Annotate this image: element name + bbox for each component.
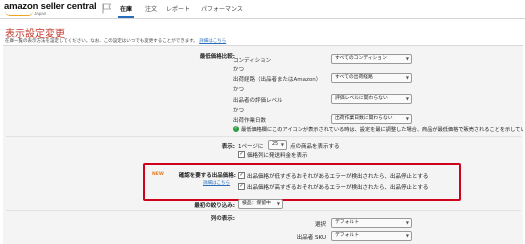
page-description: 在庫一覧の表示方法を設定してください。なお、この設定はいつでも変更することができ… <box>5 38 226 44</box>
default-search-label: 最初の絞り込み: <box>194 203 235 209</box>
section-divider <box>6 136 521 137</box>
column-select-label: 選択 <box>314 222 326 228</box>
logo-smile-mark <box>5 11 33 16</box>
top-navigation-bar: amazon seller central Japan 在庫 注文 レポート パ… <box>0 0 525 19</box>
column-sku-dropdown[interactable]: デフォルト <box>331 231 412 241</box>
show-shipping-checkbox[interactable]: ✓ <box>238 151 245 158</box>
column-sku-label: 出品者 SKU <box>296 235 326 241</box>
column-select-dropdown[interactable]: デフォルト <box>331 218 412 228</box>
channel-select[interactable]: すべての出荷経路 <box>331 73 412 83</box>
lead-time-label: 出荷作業日数 <box>233 118 267 124</box>
default-search-select[interactable]: 検品：保留中 <box>238 199 283 209</box>
logo-region-label: Japan <box>34 11 47 16</box>
show-shipping-label: 価格列に発送料金を表示 <box>247 153 308 159</box>
flag-icon[interactable] <box>102 3 112 14</box>
rating-label: 出品者の評価レベル <box>233 98 283 104</box>
condition-select[interactable]: すべてのコンディション <box>331 54 412 64</box>
checkmark-icon: ✓ <box>233 126 239 132</box>
and-connector-2: かつ <box>233 87 245 93</box>
lowest-price-note: 最低価格欄にこのアイコンが表示されている時は、設定を最に調整した場合、商品が最低… <box>241 127 523 133</box>
per-page-prefix: 1ページに <box>238 144 264 150</box>
description-detail-link[interactable]: 詳細はこちら <box>199 39 226 44</box>
rating-select[interactable]: 評価レベルに関わらない <box>331 94 412 104</box>
nav-performance[interactable]: パフォーマンス <box>201 4 243 13</box>
nav-active-indicator <box>118 16 134 18</box>
highlight-annotation-box <box>143 163 461 201</box>
and-connector-1: かつ <box>233 67 245 73</box>
nav-orders[interactable]: 注文 <box>145 4 157 13</box>
per-page-select[interactable]: 25 <box>268 140 287 150</box>
lowest-price-label: 最低価格比較: <box>199 54 235 60</box>
condition-label: コンディション <box>233 58 272 64</box>
display-label: 表示: <box>221 144 235 150</box>
section-divider-2 <box>6 210 521 211</box>
and-connector-3: かつ <box>233 108 245 114</box>
lead-time-select[interactable]: 出荷作業日数に関わらない <box>331 114 412 124</box>
per-page-suffix: 点の商品を表示する <box>290 144 340 150</box>
channel-label: 出荷経路（出品者またはAmazon） <box>233 77 322 83</box>
columns-label: 列の表示: <box>210 216 235 222</box>
page-description-text: 在庫一覧の表示方法を設定してください。なお、この設定はいつでも変更することができ… <box>5 39 198 44</box>
nav-inventory[interactable]: 在庫 <box>120 4 132 13</box>
nav-reports[interactable]: レポート <box>166 4 190 13</box>
